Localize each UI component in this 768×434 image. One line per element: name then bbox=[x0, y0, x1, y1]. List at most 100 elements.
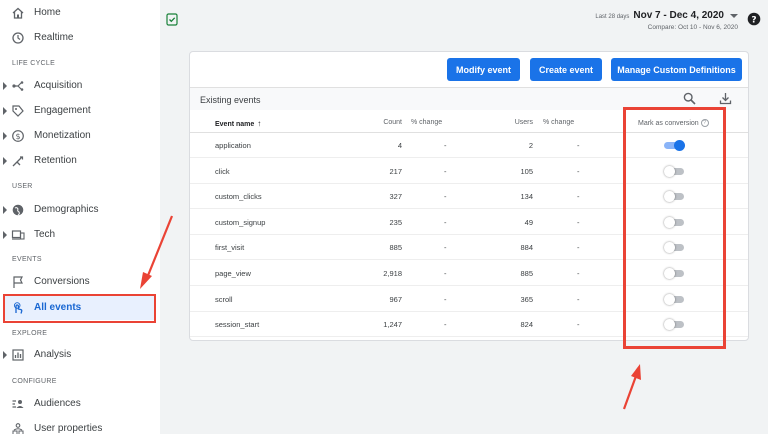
users-change-cell: - bbox=[577, 192, 580, 202]
count-change-cell: - bbox=[444, 294, 447, 304]
users-cell: 885 bbox=[520, 269, 533, 278]
count-change-cell: - bbox=[444, 243, 447, 253]
users-cell: 824 bbox=[520, 320, 533, 330]
column-header-event-name[interactable]: Event name ↑ bbox=[215, 119, 261, 128]
count-change-cell: - bbox=[444, 320, 447, 330]
section-label-events: EVENTS bbox=[12, 256, 42, 263]
event-name-cell: scroll bbox=[215, 294, 233, 304]
count-change-cell: - bbox=[444, 269, 447, 278]
search-icon[interactable] bbox=[683, 92, 696, 105]
help-icon[interactable]: ? bbox=[747, 12, 761, 26]
date-range-text: Nov 7 - Dec 4, 2020 bbox=[633, 10, 724, 21]
count-cell: 967 bbox=[389, 294, 402, 304]
expand-caret-icon bbox=[3, 132, 7, 140]
column-header-count[interactable]: Count bbox=[379, 119, 402, 126]
expand-caret-icon bbox=[3, 107, 7, 115]
flag-icon bbox=[13, 276, 23, 288]
home-icon bbox=[12, 7, 24, 19]
nav-item-retention[interactable]: Retention bbox=[0, 149, 156, 173]
users-change-cell: - bbox=[577, 269, 580, 278]
nav-label: Acquisition bbox=[34, 80, 83, 91]
nav-item-user-properties[interactable]: User properties bbox=[0, 417, 156, 434]
nav-item-engagement[interactable]: Engagement bbox=[0, 99, 156, 123]
users-cell: 49 bbox=[524, 217, 533, 227]
annotation-highlight-conversion-column bbox=[623, 107, 726, 349]
count-cell: 235 bbox=[389, 217, 402, 227]
create-event-button[interactable]: Create event bbox=[530, 58, 602, 81]
users-change-cell: - bbox=[577, 141, 580, 150]
nav-label: Home bbox=[34, 7, 61, 18]
event-name-cell: application bbox=[215, 141, 251, 150]
event-name-cell: page_view bbox=[215, 269, 251, 278]
devices-icon bbox=[11, 230, 25, 240]
date-range-picker[interactable]: Last 28 days Nov 7 - Dec 4, 2020 Compare… bbox=[595, 10, 738, 31]
expand-caret-icon bbox=[3, 351, 7, 359]
manage-custom-definitions-button[interactable]: Manage Custom Definitions bbox=[611, 58, 742, 81]
expand-caret-icon bbox=[3, 82, 7, 90]
column-header-users[interactable]: Users bbox=[511, 119, 533, 126]
nav-item-realtime[interactable]: Realtime bbox=[0, 26, 156, 50]
count-cell: 885 bbox=[389, 243, 402, 253]
nav-label: Retention bbox=[34, 155, 77, 166]
nav-item-demographics[interactable]: Demographics bbox=[0, 198, 156, 222]
column-header-users-change[interactable]: % change bbox=[543, 119, 574, 126]
engagement-icon bbox=[12, 105, 24, 117]
column-header-count-change[interactable]: % change bbox=[411, 119, 442, 126]
count-change-cell: - bbox=[444, 192, 447, 202]
event-name-cell: first_visit bbox=[215, 243, 245, 253]
nav-label: Monetization bbox=[34, 130, 91, 141]
nav-item-tech[interactable]: Tech bbox=[0, 223, 156, 247]
count-cell: 1,247 bbox=[383, 320, 402, 330]
date-compare-text: Compare: Oct 10 - Nov 6, 2020 bbox=[647, 24, 738, 31]
table-title: Existing events bbox=[200, 95, 261, 105]
users-change-cell: - bbox=[577, 217, 580, 227]
retention-icon bbox=[12, 156, 24, 167]
section-label-configure: CONFIGURE bbox=[12, 378, 57, 385]
nav-item-audiences[interactable]: Audiences bbox=[0, 392, 156, 416]
count-change-cell: - bbox=[444, 166, 447, 176]
nav-label: Demographics bbox=[34, 204, 99, 215]
nav-item-conversions[interactable]: Conversions bbox=[0, 270, 156, 294]
section-label-user: USER bbox=[12, 183, 33, 190]
sort-arrow-icon: ↑ bbox=[257, 119, 262, 128]
nav-item-acquisition[interactable]: Acquisition bbox=[0, 74, 156, 98]
monetization-icon: $ bbox=[12, 130, 24, 142]
count-cell: 2,918 bbox=[383, 269, 402, 278]
nav-label: Audiences bbox=[34, 398, 81, 409]
expand-caret-icon bbox=[3, 157, 7, 165]
expand-caret-icon bbox=[3, 206, 7, 214]
nav-label: User properties bbox=[34, 423, 103, 434]
event-name-cell: click bbox=[215, 166, 230, 176]
acquisition-icon bbox=[12, 81, 24, 91]
data-status-icon[interactable] bbox=[166, 13, 178, 26]
event-name-cell: custom_signup bbox=[215, 217, 266, 227]
analysis-icon bbox=[12, 349, 24, 361]
nav-item-monetization[interactable]: $ Monetization bbox=[0, 124, 156, 148]
users-change-cell: - bbox=[577, 320, 580, 330]
annotation-highlight-all-events bbox=[3, 294, 156, 323]
users-cell: 2 bbox=[528, 141, 533, 150]
download-icon[interactable] bbox=[719, 92, 732, 105]
event-name-cell: session_start bbox=[215, 320, 260, 330]
nav-label: Realtime bbox=[34, 32, 74, 43]
sidebar: Home Realtime LIFE CYCLE Acquisition Eng… bbox=[0, 0, 160, 434]
globe-icon bbox=[12, 204, 24, 216]
column-header-label: Event name bbox=[215, 121, 255, 128]
users-change-cell: - bbox=[577, 166, 580, 176]
count-change-cell: - bbox=[444, 141, 447, 150]
users-change-cell: - bbox=[577, 294, 580, 304]
nav-item-analysis[interactable]: Analysis bbox=[0, 343, 156, 367]
count-cell: 327 bbox=[389, 192, 402, 202]
nav-label: Engagement bbox=[34, 105, 91, 116]
nav-item-home[interactable]: Home bbox=[0, 1, 156, 25]
nav-label: Analysis bbox=[34, 349, 72, 360]
expand-caret-icon bbox=[3, 231, 7, 239]
event-name-cell: custom_clicks bbox=[215, 192, 262, 202]
count-cell: 4 bbox=[397, 141, 402, 150]
modify-event-button[interactable]: Modify event bbox=[447, 58, 520, 81]
nav-label: Conversions bbox=[34, 276, 90, 287]
date-period-label: Last 28 days bbox=[595, 14, 630, 20]
clock-icon bbox=[12, 32, 24, 44]
nav-label: Tech bbox=[34, 229, 56, 240]
section-label-explore: EXPLORE bbox=[12, 330, 48, 337]
